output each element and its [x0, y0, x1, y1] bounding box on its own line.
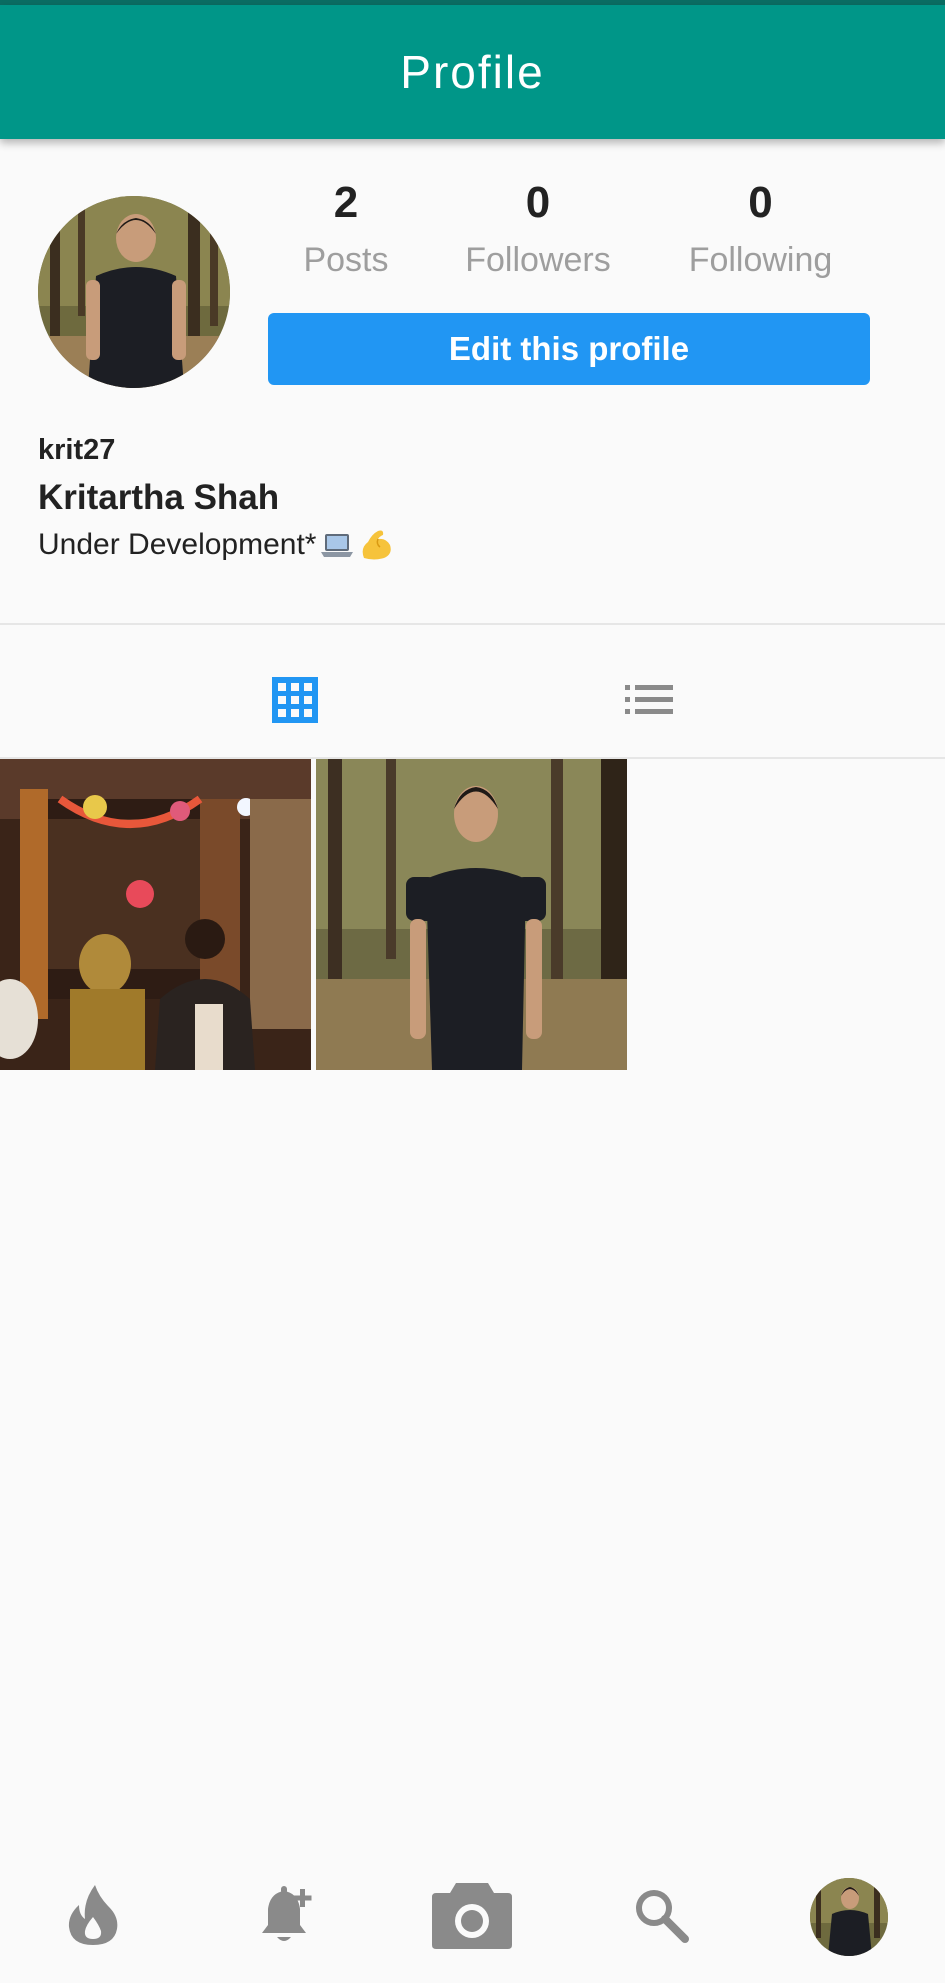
temple-crowd-photo — [0, 759, 311, 1070]
stat-following[interactable]: 0 Following — [668, 178, 853, 286]
followers-label: Followers — [465, 241, 611, 279]
laptop-emoji — [320, 530, 354, 560]
tab-list[interactable] — [619, 670, 679, 730]
profile-avatar — [810, 1878, 888, 1956]
man-in-forest-photo — [316, 759, 627, 1070]
stat-followers[interactable]: 0 Followers — [448, 178, 628, 286]
following-label: Following — [688, 241, 833, 279]
list-icon — [625, 685, 673, 714]
post-thumbnail-forest[interactable] — [316, 759, 627, 1070]
app-bar: Profile — [0, 5, 945, 139]
page-title: Profile — [400, 46, 545, 98]
nav-search[interactable] — [616, 1870, 706, 1960]
nav-home[interactable] — [48, 1870, 138, 1960]
following-count: 0 — [748, 178, 773, 227]
nav-profile-avatar[interactable] — [810, 1878, 888, 1956]
bio: Under Development* — [38, 528, 394, 562]
post-thumbnail-temple[interactable] — [0, 759, 311, 1070]
flexed-biceps-emoji — [358, 528, 394, 562]
nav-camera[interactable] — [427, 1870, 517, 1960]
camera-icon — [432, 1883, 512, 1949]
divider-top — [0, 623, 945, 625]
followers-count: 0 — [525, 178, 551, 227]
flame-icon — [68, 1885, 118, 1945]
posts-count: 2 — [333, 178, 359, 227]
search-icon — [636, 1890, 689, 1943]
nav-notifications[interactable] — [243, 1870, 333, 1960]
grid-icon — [272, 677, 318, 723]
username: krit27 — [38, 434, 116, 466]
profile-avatar[interactable] — [38, 196, 230, 388]
full-name: Kritartha Shah — [38, 478, 280, 517]
stat-posts[interactable]: 2 Posts — [281, 178, 411, 286]
tab-grid[interactable] — [265, 670, 325, 730]
posts-label: Posts — [303, 241, 389, 279]
bell-plus-icon — [262, 1886, 312, 1941]
bio-text: Under Development* — [38, 528, 317, 561]
edit-profile-button[interactable]: Edit this profile — [268, 313, 870, 385]
